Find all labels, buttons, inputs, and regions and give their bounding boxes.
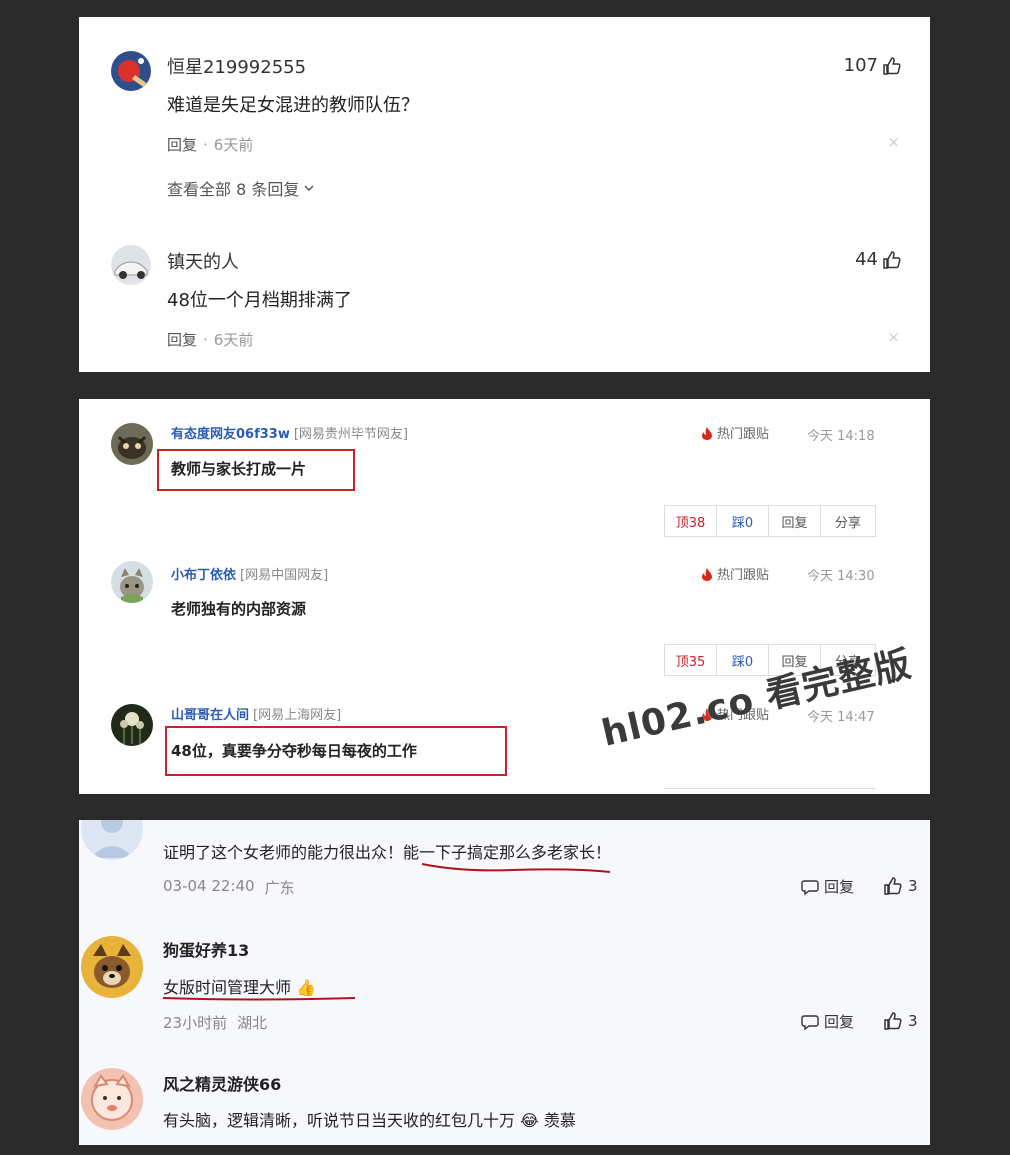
comment-text: 48位，真要争分夺秒每日每夜的工作 [171,742,417,760]
comment-bubble-icon [801,1014,819,1030]
like-button[interactable]: 107 [844,55,902,76]
comment-time: 今天 14:18 [807,429,875,444]
comment-text: 老师独有的内部资源 [171,600,307,618]
like-count: 107 [843,55,878,76]
commenter-region: [网易中国网友] [240,568,329,583]
upvote-button[interactable]: 顶35 [665,645,717,675]
red-underline [421,863,611,873]
thumbs-up-icon [884,1012,902,1030]
comment-item: 恒星219992555 107 难道是失足女混进的教师队伍？ 回复 · 6天前 … [79,17,930,217]
comment-text: 48位一个月档期排满了 [167,290,352,311]
comment-date: 03-04 22:40 [163,877,255,895]
commenter-info: 有态度网友06f33w [网易贵州毕节网友] [171,423,408,442]
like-count: 3 [908,877,918,895]
comment-location: 湖北 [237,1014,268,1032]
close-icon[interactable]: × [887,133,900,151]
comment-item: 有态度网友06f33w [网易贵州毕节网友] 热门跟贴 今天 14:18 教师与家… [79,399,930,544]
comment-text: 有头脑，逻辑清晰，听说节日当天收的红包几十万 [163,1111,516,1130]
commenter-name[interactable]: 恒星219992555 [167,53,306,79]
comment-time: 今天 14:30 [807,569,875,584]
avatar[interactable] [111,704,153,746]
comment-item: 镇天的人 44 48位一个月档期排满了 回复 · 6天前 × [79,217,930,372]
reply-button[interactable]: 回复 [167,329,197,350]
like-button[interactable]: 3 [883,1011,918,1031]
avatar[interactable] [111,423,153,465]
comment-item: 证明了这个女老师的能力很出众！能一下子搞定那么多老家长！ 03-04 22:40… [79,820,930,920]
comment-item: 风之精灵游侠66 有头脑，逻辑清晰，听说节日当天收的红包几十万 😂 羡慕 [79,1050,930,1145]
comment-meta: 23小时前 湖北 [163,1012,267,1033]
comment-time: 6天前 [213,136,254,154]
close-icon[interactable]: × [887,328,900,346]
commenter-name[interactable]: 小布丁依依 [171,568,236,583]
fire-icon [702,567,712,581]
comment-text: 难道是失足女混进的教师队伍？ [167,95,419,116]
comment-text: 教师与家长打成一片 [171,460,307,478]
like-button[interactable]: 44 [855,249,902,270]
hot-post-label: 热门跟贴 [717,427,770,442]
commenter-name[interactable]: 有态度网友06f33w [171,427,290,442]
commenter-name[interactable]: 山哥哥在人间 [171,708,249,723]
comments-panel-2: 有态度网友06f33w [网易贵州毕节网友] 热门跟贴 今天 14:18 教师与家… [79,399,930,794]
comment-location: 广东 [264,879,295,897]
reply-button[interactable]: 回复 [769,506,821,536]
comment-suffix: 羡慕 [543,1111,576,1130]
view-all-replies-link[interactable]: 查看全部 8 条回复 [167,176,315,200]
commenter-name[interactable]: 风之精灵游侠66 [163,1071,281,1095]
reply-button[interactable]: 回复 [167,134,197,155]
reply-label: 回复 [824,878,855,896]
like-count: 3 [908,1012,918,1030]
comment-actions: 顶38 踩0 回复 分享 [664,505,876,537]
comments-panel-1: 恒星219992555 107 难道是失足女混进的教师队伍？ 回复 · 6天前 … [79,17,930,372]
share-button[interactable]: 分享 [821,506,875,536]
commenter-info: 山哥哥在人间 [网易上海网友] [171,704,341,723]
comment-item: 狗蛋好养13 女版时间管理大师 👍 23小时前 湖北 回复 3 [79,920,930,1050]
separator-dot: · [203,330,208,349]
separator-dot: · [203,135,208,154]
fire-icon [702,426,712,440]
hot-post-badge: 热门跟贴 [701,564,769,583]
like-button[interactable]: 3 [883,876,918,896]
avatar[interactable] [111,561,153,603]
reply-button[interactable]: 回复 [801,1011,854,1032]
avatar[interactable] [81,1068,143,1130]
comments-panel-3: 证明了这个女老师的能力很出众！能一下子搞定那么多老家长！ 03-04 22:40… [79,820,930,1145]
comment-time: 6天前 [213,331,254,349]
thumbs-up-icon [883,56,901,75]
red-underline [162,997,356,1001]
comment-text-row: 有头脑，逻辑清晰，听说节日当天收的红包几十万 😂 羡慕 [163,1107,576,1131]
commenter-info: 小布丁依依 [网易中国网友] [171,564,328,583]
comment-meta: 回复 · 6天前 [167,134,253,155]
reply-label: 回复 [824,1013,855,1031]
upvote-button[interactable]: 顶38 [665,506,717,536]
commenter-region: [网易上海网友] [253,708,342,723]
comment-date: 23小时前 [163,1014,228,1032]
hot-post-badge: 热门跟贴 [701,423,769,442]
reply-button[interactable]: 回复 [801,876,854,897]
comment-time: 今天 14:47 [807,710,875,725]
downvote-button[interactable]: 踩0 [717,506,769,536]
view-all-replies-label: 查看全部 8 条回复 [167,180,300,199]
comment-meta: 回复 · 6天前 [167,329,253,350]
thumbs-up-icon [883,250,901,269]
commenter-name[interactable]: 狗蛋好养13 [163,937,249,961]
comment-meta: 03-04 22:40 广东 [163,877,295,898]
avatar[interactable] [111,51,151,91]
laughing-emoji: 😂 [520,1111,539,1130]
avatar[interactable] [81,820,143,860]
chevron-down-icon [304,185,314,192]
commenter-name[interactable]: 镇天的人 [167,248,239,274]
like-count: 44 [855,249,878,270]
avatar[interactable] [81,936,143,998]
comment-bubble-icon [801,879,819,895]
thumbs-up-icon [884,877,902,895]
avatar[interactable] [111,245,151,285]
divider [664,788,876,789]
commenter-region: [网易贵州毕节网友] [293,427,409,442]
hot-post-label: 热门跟贴 [717,568,770,583]
